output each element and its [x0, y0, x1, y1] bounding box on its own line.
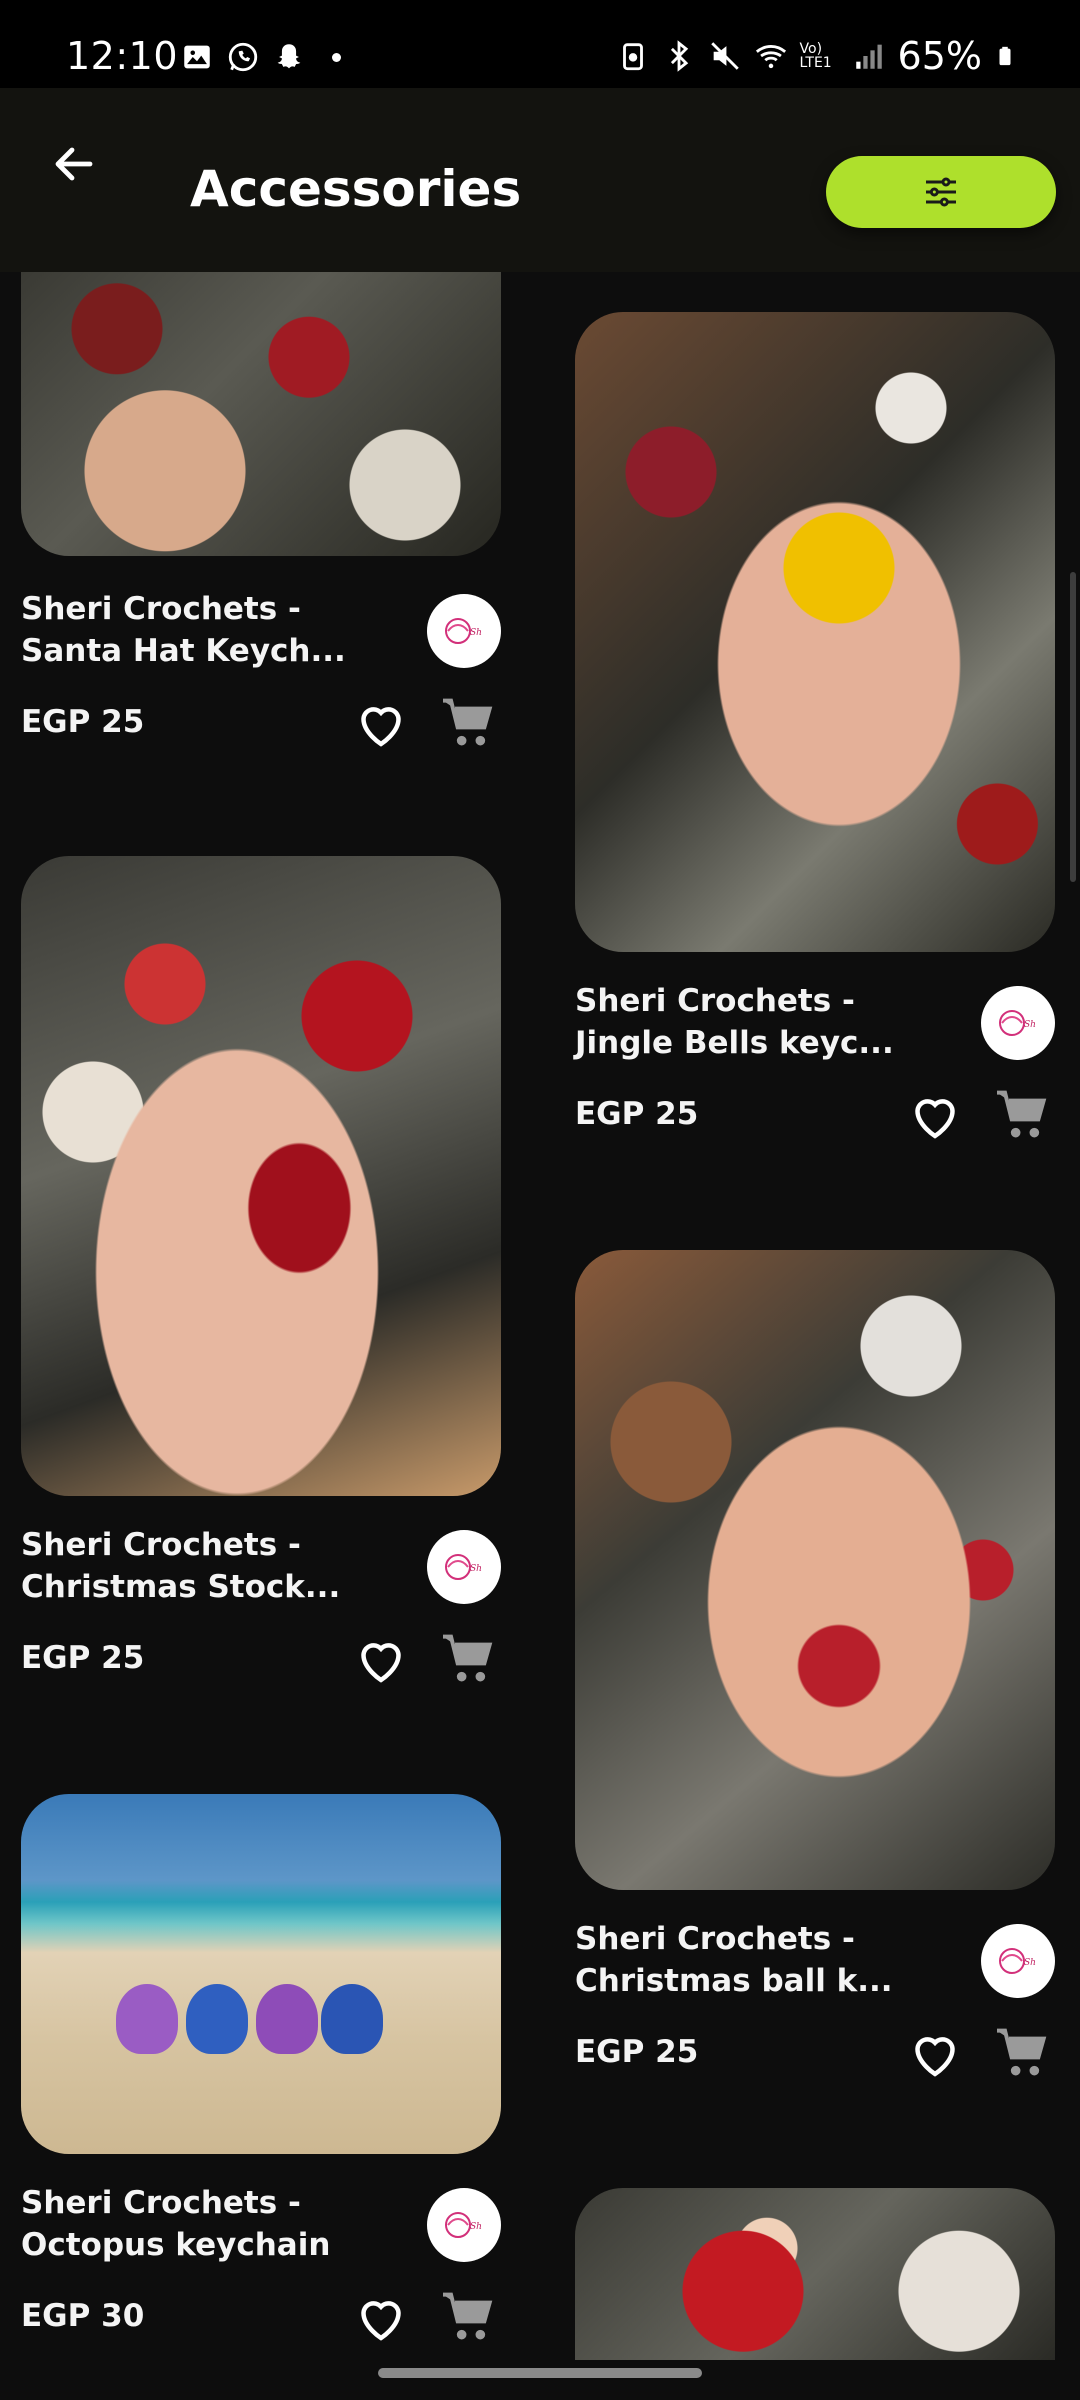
signal-icon [855, 44, 882, 69]
product-price: EGP 30 [21, 2298, 145, 2334]
store-avatar[interactable]: Sh [427, 594, 501, 668]
product-title[interactable]: Sheri Crochets - Christmas ball k... [575, 1918, 905, 2002]
home-indicator[interactable] [378, 2368, 702, 2378]
store-avatar[interactable]: Sh [427, 1530, 501, 1604]
status-indicators: Vo) LTE1 65% [616, 34, 1016, 78]
svg-text:Sh: Sh [470, 1564, 482, 1574]
product-image[interactable] [575, 2188, 1055, 2360]
product-grid[interactable]: Sheri Crochets - Santa Hat Keych... Sh E… [0, 272, 1080, 2362]
product-title[interactable]: Sheri Crochets - Santa Hat Keych... [21, 588, 351, 672]
heart-icon[interactable] [351, 2288, 411, 2348]
octopus-figure [116, 1984, 178, 2054]
cart-icon[interactable] [435, 1626, 499, 1690]
more-dot-icon [332, 52, 341, 62]
product-title[interactable]: Sheri Crochets - Christmas Stock... [21, 1524, 351, 1608]
product-price: EGP 25 [21, 1640, 145, 1676]
status-bar: 12:10 Vo) LTE1 65% [0, 0, 1080, 88]
store-logo-icon: Sh [445, 618, 482, 644]
store-logo-icon: Sh [999, 1010, 1036, 1036]
status-time: 12:10 [66, 34, 179, 78]
store-avatar[interactable]: Sh [427, 2188, 501, 2262]
product-image[interactable] [575, 1250, 1055, 1890]
gallery-icon [184, 45, 210, 69]
notification-icons [180, 40, 341, 74]
heart-icon[interactable] [905, 1086, 965, 1146]
product-card[interactable] [575, 2188, 1055, 2362]
whatsapp-icon [228, 42, 258, 72]
product-title[interactable]: Sheri Crochets - Octopus keychain [21, 2182, 351, 2266]
product-card[interactable]: Sheri Crochets - Christmas Stock... Sh E… [21, 856, 501, 1716]
svg-text:Sh: Sh [470, 628, 482, 638]
product-image[interactable] [21, 1794, 501, 2154]
svg-text:Sh: Sh [470, 2222, 482, 2232]
bluetooth-icon [670, 40, 688, 72]
product-image[interactable] [21, 272, 501, 556]
store-avatar[interactable]: Sh [981, 1924, 1055, 1998]
product-price: EGP 25 [21, 704, 145, 740]
network-label: Vo) LTE1 [799, 41, 832, 71]
mute-icon [710, 42, 739, 70]
app-header: Accessories [0, 88, 1080, 272]
wifi-icon [755, 45, 786, 69]
page-title: Accessories [190, 160, 522, 218]
product-image[interactable] [575, 312, 1055, 952]
svg-text:Sh: Sh [1024, 1958, 1036, 1968]
battery-icon [999, 46, 1011, 66]
octopus-figure [186, 1984, 248, 2054]
cart-icon[interactable] [435, 690, 499, 754]
store-logo-icon: Sh [445, 1554, 482, 1580]
back-button[interactable] [44, 134, 104, 194]
cart-icon[interactable] [989, 1082, 1053, 1146]
product-card[interactable]: Sheri Crochets - Jingle Bells keyc... Sh… [575, 312, 1055, 1172]
cart-icon[interactable] [989, 2020, 1053, 2084]
product-card[interactable]: Sheri Crochets - Octopus keychain Sh EGP… [21, 1794, 501, 2354]
sliders-icon [926, 177, 956, 207]
battery-saver-icon [622, 43, 643, 71]
snapchat-icon [277, 44, 301, 69]
svg-text:Sh: Sh [1024, 1020, 1036, 1030]
heart-icon[interactable] [351, 1630, 411, 1690]
product-card[interactable]: Sheri Crochets - Christmas ball k... Sh … [575, 1250, 1055, 2110]
scrollbar[interactable] [1070, 572, 1076, 882]
octopus-figure [321, 1984, 383, 2054]
product-title[interactable]: Sheri Crochets - Jingle Bells keyc... [575, 980, 905, 1064]
store-logo-icon: Sh [999, 1948, 1036, 1974]
octopus-figure [256, 1984, 318, 2054]
filter-button[interactable] [826, 156, 1056, 228]
product-price: EGP 25 [575, 2034, 699, 2070]
battery-percent: 65% [897, 34, 982, 78]
store-logo-icon: Sh [445, 2212, 482, 2238]
store-avatar[interactable]: Sh [981, 986, 1055, 1060]
product-image[interactable] [21, 856, 501, 1496]
product-price: EGP 25 [575, 1096, 699, 1132]
heart-icon[interactable] [351, 694, 411, 754]
heart-icon[interactable] [905, 2024, 965, 2084]
product-card[interactable]: Sheri Crochets - Santa Hat Keych... Sh E… [21, 272, 501, 772]
cart-icon[interactable] [435, 2284, 499, 2348]
arrow-left-icon [55, 147, 93, 181]
